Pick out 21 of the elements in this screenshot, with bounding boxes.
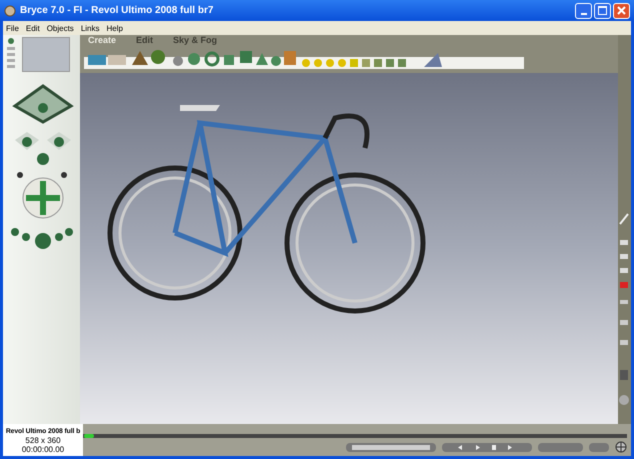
playback-controls-drawing[interactable] bbox=[442, 442, 532, 452]
keyframe-buttons-drawing[interactable] bbox=[346, 442, 436, 452]
globe-icon[interactable] bbox=[615, 441, 627, 453]
window-title: Bryce 7.0 - FI - Revol Ultimo 2008 full br7 bbox=[20, 5, 214, 16]
close-icon bbox=[617, 6, 626, 15]
minimize-icon bbox=[580, 13, 586, 15]
menu-item[interactable]: Edit bbox=[26, 24, 40, 32]
menu-item[interactable]: File bbox=[6, 24, 19, 32]
time-thumb[interactable] bbox=[84, 434, 94, 438]
maximize-button[interactable] bbox=[594, 2, 611, 18]
menu-item[interactable]: Help bbox=[106, 24, 123, 32]
menu-item[interactable]: Links bbox=[80, 24, 100, 32]
timecode: 00:00:00.00 bbox=[22, 445, 64, 454]
preview-thumbnail[interactable] bbox=[22, 37, 70, 72]
render-size: 528 x 360 bbox=[25, 436, 61, 445]
minimize-button[interactable] bbox=[575, 2, 592, 18]
app-icon bbox=[4, 4, 16, 16]
maximize-icon bbox=[598, 6, 607, 15]
close-button[interactable] bbox=[613, 2, 630, 18]
view-buttons-drawing[interactable] bbox=[6, 37, 16, 71]
menu-item[interactable]: Objects bbox=[46, 24, 74, 32]
